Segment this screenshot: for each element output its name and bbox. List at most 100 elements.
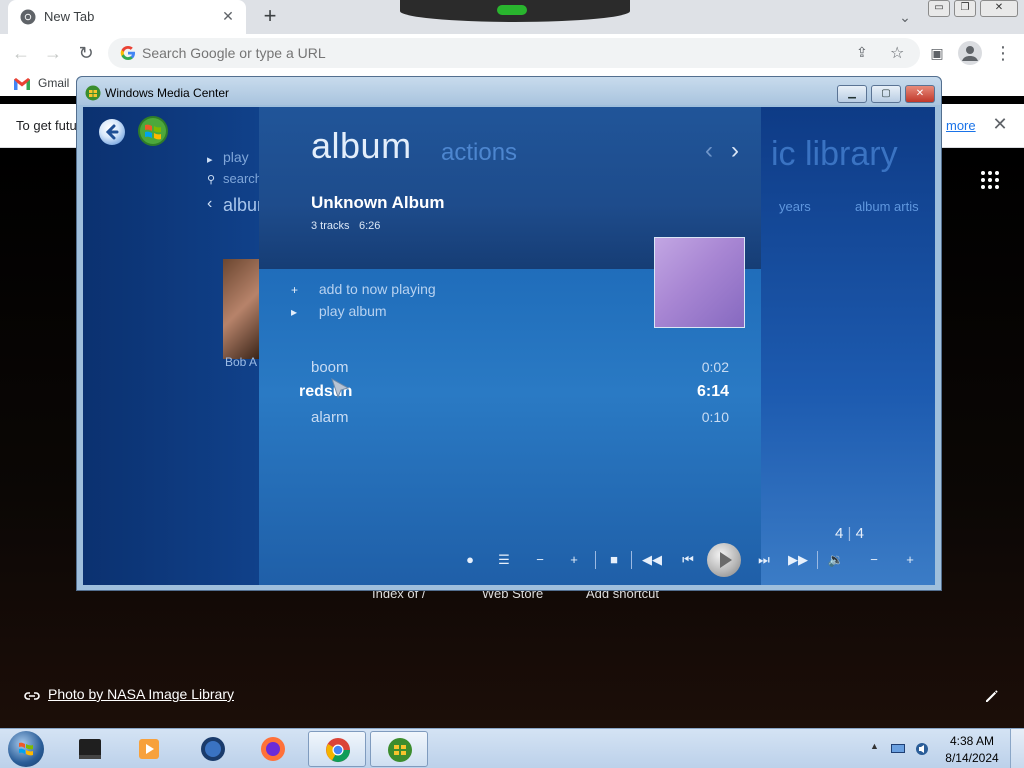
plus-icon: + <box>291 283 299 297</box>
new-tab-button[interactable]: + <box>258 4 282 28</box>
track-name-boom[interactable]: boom <box>311 359 349 376</box>
transport-separator <box>595 551 596 569</box>
tab-search-icon[interactable]: ⌄ <box>894 6 916 28</box>
panel-heading: album <box>311 125 412 166</box>
show-desktop-button[interactable] <box>1010 729 1024 768</box>
info-bar-close-icon[interactable]: ✕ <box>990 114 1010 134</box>
bg-music-library-heading: ic library <box>771 135 898 173</box>
action-label: add to now playing <box>318 281 436 297</box>
link-icon <box>24 692 40 700</box>
page-current: 4 <box>835 525 844 542</box>
bg-album-thumbnail[interactable] <box>223 259 259 359</box>
transport-controls: ● ☰ − + ■ ◀◀ ⏮ ⏭ ▶▶ 🔉 − + <box>459 543 929 577</box>
clock-date[interactable]: 8/14/2024 <box>940 751 1004 765</box>
mouse-cursor-icon <box>331 377 350 399</box>
globe-icon <box>201 737 225 761</box>
skip-back-icon[interactable]: ⏮ <box>677 549 699 571</box>
track-name-alarm[interactable]: alarm <box>311 409 349 426</box>
taskbar-app-media-center[interactable] <box>370 731 428 767</box>
chevron-right-icon[interactable]: › <box>731 137 739 165</box>
media-player-icon <box>139 739 159 759</box>
track-time-alarm: 0:10 <box>701 409 729 425</box>
start-button[interactable] <box>8 731 44 767</box>
action-label: play album <box>318 303 387 319</box>
play-button[interactable] <box>707 543 741 577</box>
wmc-maximize-button[interactable]: ▢ <box>871 85 901 103</box>
tray-expand-icon[interactable]: ▲ <box>870 741 886 757</box>
taskbar-app-ie[interactable] <box>184 731 242 767</box>
taskbar-app-chrome[interactable] <box>308 731 366 767</box>
action-play-album[interactable]: ▸ play album <box>291 303 387 319</box>
google-apps-icon[interactable] <box>980 170 1000 190</box>
pencil-icon[interactable] <box>984 688 1000 704</box>
playlist-icon[interactable]: ☰ <box>493 549 515 571</box>
chevron-left-icon[interactable]: ‹ <box>705 137 713 165</box>
wmc-minimize-button[interactable]: ▁ <box>837 85 867 103</box>
taskbar-app-media-drive[interactable] <box>60 731 118 767</box>
page-indicator: 4 | 4 <box>835 525 864 542</box>
person-icon <box>962 46 978 61</box>
back-button[interactable] <box>99 119 125 145</box>
network-icon[interactable] <box>890 741 906 757</box>
action-add-to-now-playing[interactable]: + add to now playing <box>291 281 436 297</box>
minimize-button[interactable]: ▭ <box>928 0 950 17</box>
webcam-light <box>497 5 527 15</box>
taskbar-app-firefox[interactable] <box>244 731 302 767</box>
channel-plus-icon[interactable]: + <box>563 549 585 571</box>
album-title: Unknown Album <box>311 193 445 212</box>
bg-chevron-left-icon: ‹ <box>207 195 213 212</box>
tab-title: New Tab <box>44 9 95 24</box>
omnibox-input[interactable] <box>142 38 742 68</box>
taskbar-app-media-player[interactable] <box>120 731 178 767</box>
play-icon <box>720 552 732 568</box>
close-button[interactable]: ✕ <box>980 0 1018 17</box>
media-center-titlebar[interactable]: Windows Media Center ▁ ▢ ✕ <box>77 77 941 105</box>
media-center-content: ▸ play ⚲ search ‹ album Bob A ic library… <box>83 107 935 585</box>
side-panel-icon[interactable]: ▣ <box>926 42 948 64</box>
volume-down-icon[interactable]: − <box>863 549 885 571</box>
kebab-menu-icon[interactable]: ⋮ <box>992 42 1014 64</box>
media-center-logo-icon <box>85 85 101 101</box>
rewind-icon[interactable]: ◀◀ <box>641 549 663 571</box>
photo-credit-link[interactable]: Photo by NASA Image Library <box>48 686 234 702</box>
tab-new-tab[interactable]: New Tab ✕ <box>8 0 246 34</box>
stop-icon[interactable]: ■ <box>603 549 625 571</box>
volume-up-icon[interactable]: + <box>899 549 921 571</box>
record-icon[interactable]: ● <box>459 549 481 571</box>
window-controls: ▭ ❐ ✕ <box>928 0 1020 17</box>
tab-actions[interactable]: actions <box>441 139 517 167</box>
speaker-icon[interactable] <box>914 741 930 757</box>
album-details-panel: album actions ‹ › Unknown Album 3 tracks… <box>259 107 761 585</box>
taskbar: ▲ 4:38 AM 8/14/2024 <box>0 728 1024 768</box>
clock-time[interactable]: 4:38 AM <box>944 734 1000 748</box>
volume-icon[interactable]: 🔉 <box>825 549 847 571</box>
bg-menu-search[interactable]: search <box>223 171 262 186</box>
bg-menu-play[interactable]: play <box>223 149 249 165</box>
share-icon[interactable]: ⇪ <box>856 44 868 61</box>
windows-start-icon <box>19 742 33 756</box>
restore-button[interactable]: ❐ <box>954 0 976 17</box>
track-time-redsun: 6:14 <box>696 383 729 400</box>
windows-logo-icon[interactable] <box>137 115 169 147</box>
back-arrow-icon <box>105 124 119 140</box>
tab-close-icon[interactable]: ✕ <box>218 6 238 26</box>
album-track-count: 3 tracks <box>311 220 350 232</box>
transport-separator <box>817 551 818 569</box>
forward-arrow-icon[interactable]: → <box>42 42 64 64</box>
learn-more-link[interactable]: more <box>946 118 976 133</box>
wmc-close-button[interactable]: ✕ <box>905 85 935 103</box>
bg-search-icon: ⚲ <box>207 174 216 186</box>
bg-tab-album-artist[interactable]: album artis <box>855 199 919 214</box>
google-g-icon <box>120 46 135 60</box>
bookmark-star-icon[interactable]: ☆ <box>890 43 904 63</box>
profile-avatar[interactable] <box>958 41 982 65</box>
omnibox[interactable]: ⇪ ☆ <box>108 38 920 68</box>
fast-forward-icon[interactable]: ▶▶ <box>787 549 809 571</box>
back-arrow-icon[interactable]: ← <box>10 42 32 64</box>
channel-minus-icon[interactable]: − <box>529 549 551 571</box>
black-box-icon <box>79 739 101 759</box>
gmail-icon <box>14 78 30 90</box>
bg-tab-years[interactable]: years <box>779 199 811 214</box>
reload-icon[interactable]: ↻ <box>75 42 97 64</box>
skip-forward-icon[interactable]: ⏭ <box>753 549 775 571</box>
